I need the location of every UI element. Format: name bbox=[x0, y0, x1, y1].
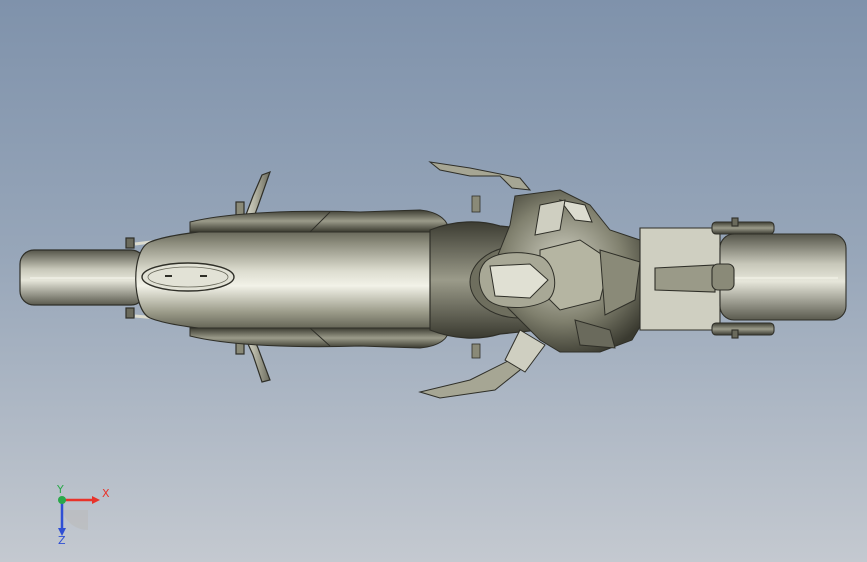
x-axis-label: X bbox=[102, 487, 110, 500]
motorcycle-model[interactable] bbox=[0, 0, 867, 562]
front-tire bbox=[19, 249, 146, 306]
rear-assembly bbox=[639, 217, 847, 339]
y-axis-dot bbox=[58, 496, 66, 504]
coordinate-triad: X Y Z bbox=[56, 483, 110, 547]
graphics-viewport[interactable]: X Y Z bbox=[0, 0, 867, 562]
x-axis-head bbox=[92, 496, 100, 504]
y-axis-label: Y bbox=[56, 483, 64, 496]
z-axis-label: Z bbox=[58, 534, 66, 547]
fuel-tank bbox=[135, 209, 471, 349]
